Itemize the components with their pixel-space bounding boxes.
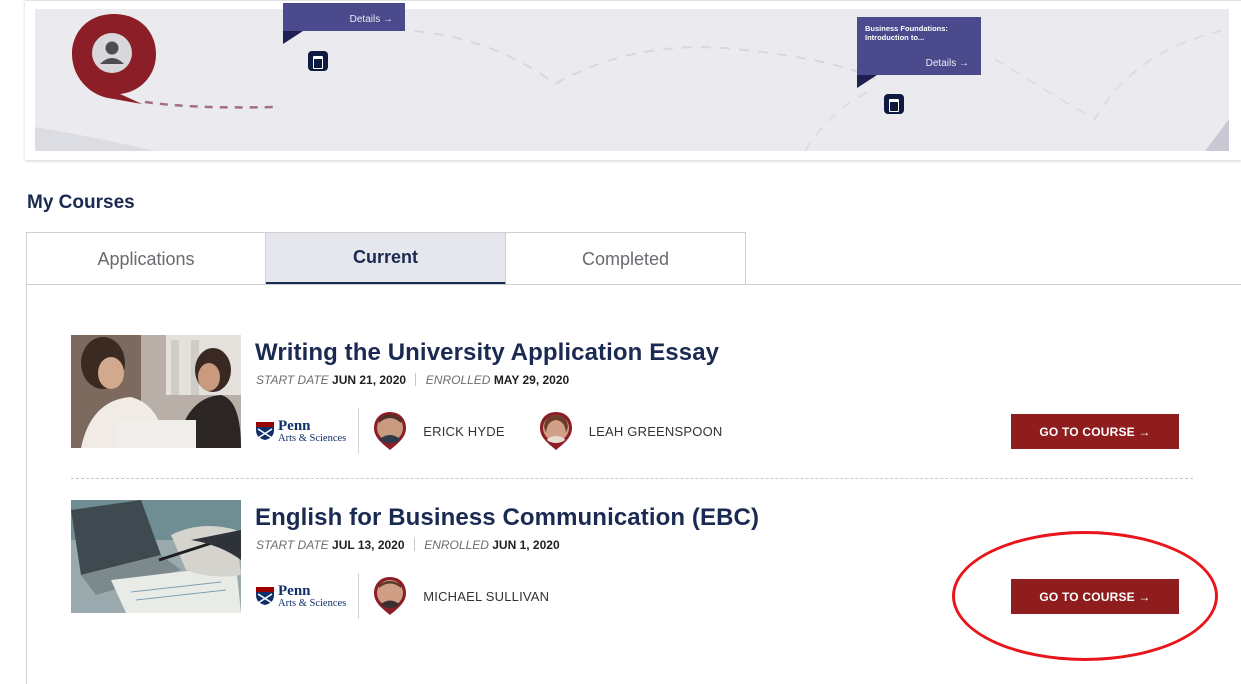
event-details-link[interactable]: Details →	[350, 14, 393, 25]
course-card: English for Business Communication (EBC)…	[71, 500, 1193, 619]
instructor-name[interactable]: MICHAEL SULLIVAN	[423, 589, 549, 604]
go-to-course-button[interactable]: GO TO COURSE →	[1011, 414, 1179, 449]
user-location-pin	[72, 14, 156, 104]
enrolled-label: ENROLLED	[425, 373, 491, 387]
enrolled-label: ENROLLED	[424, 538, 489, 552]
start-date-label: START DATE	[256, 373, 329, 387]
user-avatar-icon	[105, 41, 119, 55]
timeline-path	[35, 28, 1229, 151]
enrolled-date-value: JUN 1, 2020	[492, 538, 560, 552]
start-date-value: JUN 21, 2020	[332, 373, 407, 387]
instructor[interactable]: LEAH GREENSPOON	[539, 411, 723, 451]
course-people: Penn Arts & Sciences MICHAEL SULLIVAN	[255, 573, 583, 619]
instructor[interactable]: MICHAEL SULLIVAN	[373, 576, 549, 616]
course-dates: START DATE JUL 13, 2020 ENROLLED JUN 1, …	[256, 538, 560, 552]
penn-arts-sciences-logo: Penn Arts & Sciences	[255, 573, 360, 619]
event-flag	[857, 75, 877, 88]
course-thumbnail-image[interactable]	[71, 500, 241, 613]
course-dates: START DATE JUN 21, 2020 ENROLLED MAY 29,…	[256, 373, 569, 387]
tab-applications[interactable]: Applications	[26, 232, 266, 285]
course-title[interactable]: Writing the University Application Essay	[255, 339, 719, 367]
instructor-avatar	[374, 577, 407, 615]
start-date-label: START DATE	[256, 538, 329, 552]
course-thumbnail-image[interactable]	[71, 335, 241, 448]
timeline-event-1[interactable]: Details →	[283, 3, 405, 44]
provider-name: Penn	[278, 417, 311, 434]
provider-school: Arts & Sciences	[278, 597, 347, 609]
course-title[interactable]: English for Business Communication (EBC)	[255, 504, 759, 532]
penn-shield-icon	[256, 422, 274, 440]
event-details-link[interactable]: Details →	[926, 58, 969, 69]
enrolled-date-value: MAY 29, 2020	[493, 373, 570, 387]
course-divider	[71, 478, 1193, 479]
penn-arts-sciences-logo: Penn Arts & Sciences	[255, 408, 360, 454]
event-flag	[283, 31, 303, 44]
start-date-value: JUL 13, 2020	[332, 538, 405, 552]
tab-completed[interactable]: Completed	[506, 232, 746, 285]
course-people: Penn Arts & Sciences ERICK HYDE LEAH GRE…	[255, 408, 756, 454]
timeline-track	[35, 9, 1229, 151]
tab-current[interactable]: Current	[266, 232, 506, 285]
course-card: Writing the University Application Essay…	[71, 335, 1193, 454]
event-title: Business Foundations: Introduction to...	[865, 24, 948, 42]
instructor-name[interactable]: LEAH GREENSPOON	[589, 424, 723, 439]
timeline-event-2[interactable]: Business Foundations: Introduction to...…	[857, 17, 981, 88]
go-to-course-button[interactable]: GO TO COURSE →	[1011, 579, 1179, 614]
instructor[interactable]: ERICK HYDE	[373, 411, 505, 451]
provider-name: Penn	[278, 582, 311, 599]
instructor-name[interactable]: ERICK HYDE	[423, 424, 504, 439]
calendar-icon[interactable]	[884, 94, 904, 114]
instructor-avatar	[374, 412, 407, 450]
instructor-avatar	[539, 412, 572, 450]
calendar-icon[interactable]	[308, 51, 328, 71]
timeline-banner: Details → Business Foundations: Introduc…	[25, 0, 1241, 160]
course-tabs: Applications Current Completed	[26, 232, 746, 285]
section-title: My Courses	[27, 192, 135, 213]
penn-shield-icon	[256, 587, 274, 605]
provider-school: Arts & Sciences	[278, 432, 347, 444]
